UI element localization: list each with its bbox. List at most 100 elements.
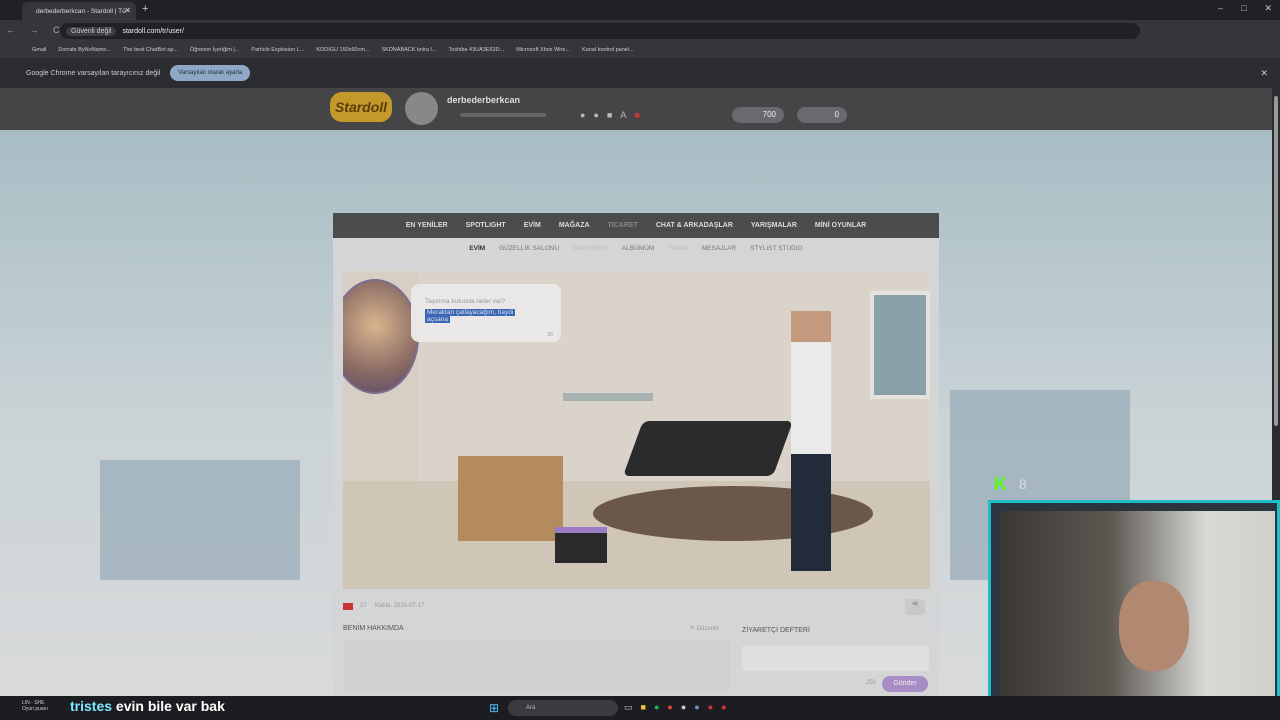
speech-bubble[interactable]: Taşınma kutunda neler var? Meraktan çatl… [411, 284, 561, 342]
room-window [870, 291, 930, 399]
discord-icon[interactable]: ● [694, 702, 699, 713]
set-default-button[interactable]: Varsayılan olarak ayarla [170, 65, 251, 81]
task-view-icon[interactable]: ▭ [624, 702, 633, 713]
profile-meta: 27 Katıla: 2025-07-17 [360, 603, 424, 609]
bubble-line2: Meraktan çatlayacağım, haydi [425, 309, 516, 316]
security-chip[interactable]: Güvenli değil [66, 26, 117, 36]
nav-minigames[interactable]: MİNİ OYUNLAR [815, 222, 866, 229]
subnav-messages[interactable]: MESAJLAR [702, 245, 736, 252]
nav-store[interactable]: MAĞAZA [559, 222, 590, 229]
stream-subtitle: tristes evin bile var bak [70, 698, 225, 714]
tab-bar: derbederberkcan - Stardoll | Tü ✕ + – □ ✕ [0, 0, 1280, 20]
app-icon[interactable]: ● [721, 702, 726, 713]
nav-home[interactable]: EVİM [524, 222, 541, 229]
nav-contests[interactable]: YARIŞMALAR [751, 222, 797, 229]
joined-date: Katıla: 2025-07-17 [375, 603, 425, 609]
bookmark[interactable]: The best ChatBot ap... [123, 47, 178, 53]
minimize-button[interactable]: – [1218, 3, 1223, 14]
nav-spotlight[interactable]: SPOTLIGHT [466, 222, 506, 229]
avatar[interactable] [405, 92, 438, 125]
guestbook-title: ZİYARETÇİ DEFTERİ [742, 627, 810, 634]
windows-start-icon[interactable]: ⊞ [489, 701, 499, 715]
scrollbar-thumb[interactable] [1274, 96, 1278, 426]
cowhide-rug[interactable] [593, 486, 873, 541]
bookmark[interactable]: Microsoft Xbox Wire... [516, 47, 570, 53]
webcam-overlay [988, 500, 1280, 720]
kick-icon: K [994, 474, 1007, 494]
taskbar-widget[interactable]: LIN - SHE Oyun puanı [8, 700, 48, 712]
flag-icon[interactable]: ■ [634, 110, 639, 120]
nav-new[interactable]: EN YENİLER [406, 222, 448, 229]
bookmark[interactable]: Dorrate ByNoName... [58, 47, 111, 53]
bookmark-icon[interactable]: ■ [607, 110, 612, 120]
streamer-face [1119, 581, 1189, 671]
bubble-line1: Taşınma kutunda neler var? [425, 298, 506, 305]
age: 27 [360, 603, 367, 609]
bubble-number: 26 [547, 332, 553, 338]
male-doll[interactable] [791, 311, 831, 571]
stardollars-counter[interactable]: 700 [732, 107, 784, 123]
lounge-chair[interactable] [622, 421, 794, 476]
close-tab-icon[interactable]: ✕ [124, 6, 131, 15]
subnav-stylist[interactable]: STYLIST STUDIO [750, 245, 803, 252]
bookmark[interactable]: Öğrenim İçeriğim |... [190, 47, 239, 53]
coins-counter[interactable]: 0 [797, 107, 847, 123]
nav-chat[interactable]: CHAT & ARKADAŞLAR [656, 222, 733, 229]
infobar-close-icon[interactable]: ✕ [1260, 68, 1268, 79]
gift-box[interactable] [555, 527, 607, 563]
send-button[interactable]: Gönder [882, 676, 928, 692]
default-browser-infobar: Google Chrome varsayılan tarayıcınız değ… [0, 58, 1280, 88]
city-skyline-left [100, 460, 300, 580]
subnav-team[interactable]: TAKIM [668, 245, 687, 252]
stardoll-header [0, 88, 1272, 130]
subnav-album[interactable]: ALBÜMÜM [622, 245, 655, 252]
infobar-text: Google Chrome varsayılan tarayıcınız değ… [26, 69, 161, 77]
nav-trade[interactable]: TICARET [608, 222, 638, 229]
app-icon[interactable]: ● [708, 702, 713, 713]
subnav-home[interactable]: EVİM [469, 245, 485, 252]
maximize-button[interactable]: □ [1241, 3, 1246, 14]
spotify-icon[interactable]: ● [654, 702, 659, 713]
bookmark[interactable]: Toshiba 43UA3E63D... [449, 47, 505, 53]
friends-icon[interactable]: ● [593, 110, 598, 120]
subtitle-name: tristes [70, 698, 113, 714]
subnav-beauty[interactable]: GÜZELLİK SALONU [499, 245, 559, 252]
bookmark[interactable]: KODIGU 160x60cm... [316, 47, 369, 53]
app-icon[interactable]: ● [681, 702, 686, 713]
edit-link[interactable]: ✎ Düzenle [690, 625, 719, 632]
bookmark[interactable]: Gmail [32, 47, 46, 53]
guide-character [343, 279, 419, 394]
share-button[interactable]: ⋖ [905, 599, 925, 615]
guestbook-input[interactable] [742, 645, 929, 671]
subtitle-text: evin bile var bak [115, 698, 225, 714]
about-me-title: BENİM HAKKIMDA [343, 625, 404, 632]
font-icon[interactable]: A [620, 110, 626, 120]
tab-title: derbederberkcan - Stardoll | Tü [36, 7, 126, 15]
url-input[interactable]: Güvenli değil stardoll.com/tr/user/ [60, 23, 1140, 39]
window-controls: – □ ✕ [1218, 3, 1272, 14]
new-tab-button[interactable]: + [142, 3, 148, 15]
moving-box[interactable] [458, 456, 563, 541]
webcam-feed [999, 511, 1275, 715]
level-progress-bar [460, 113, 546, 117]
folder-icon[interactable]: ■ [641, 702, 646, 713]
room-scene[interactable]: Taşınma kutunda neler var? Meraktan çatl… [343, 271, 930, 589]
stardoll-logo[interactable]: Stardoll [330, 92, 392, 122]
username[interactable]: derbederberkcan [447, 95, 520, 105]
chrome-icon[interactable]: ● [667, 702, 672, 713]
nav-buttons[interactable]: ← → C [6, 25, 66, 35]
share-icon: ⋖ [911, 599, 919, 608]
bell-icon[interactable]: ● [580, 110, 585, 120]
taskbar-search[interactable]: Ara [508, 700, 618, 716]
kick-count: 8 [1019, 476, 1027, 492]
browser-tab[interactable]: derbederberkcan - Stardoll | Tü ✕ [22, 2, 136, 20]
url-text: stardoll.com/tr/user/ [122, 27, 184, 35]
bookmark[interactable]: Particle Explosion L... [251, 47, 304, 53]
bookmark[interactable]: SKDNABACK knira I... [382, 47, 437, 53]
bookmark[interactable]: Kanal kontrol panel... [582, 47, 634, 53]
close-window-button[interactable]: ✕ [1264, 3, 1272, 14]
sub-nav: EVİM GÜZELLİK SALONU GARDIROP ALBÜMÜM TA… [333, 238, 939, 258]
header-icons: ● ● ■ A ■ [580, 110, 640, 120]
subnav-wardrobe[interactable]: GARDIROP [573, 245, 608, 252]
main-nav: EN YENİLER SPOTLIGHT EVİM MAĞAZA TICARET… [333, 213, 939, 238]
